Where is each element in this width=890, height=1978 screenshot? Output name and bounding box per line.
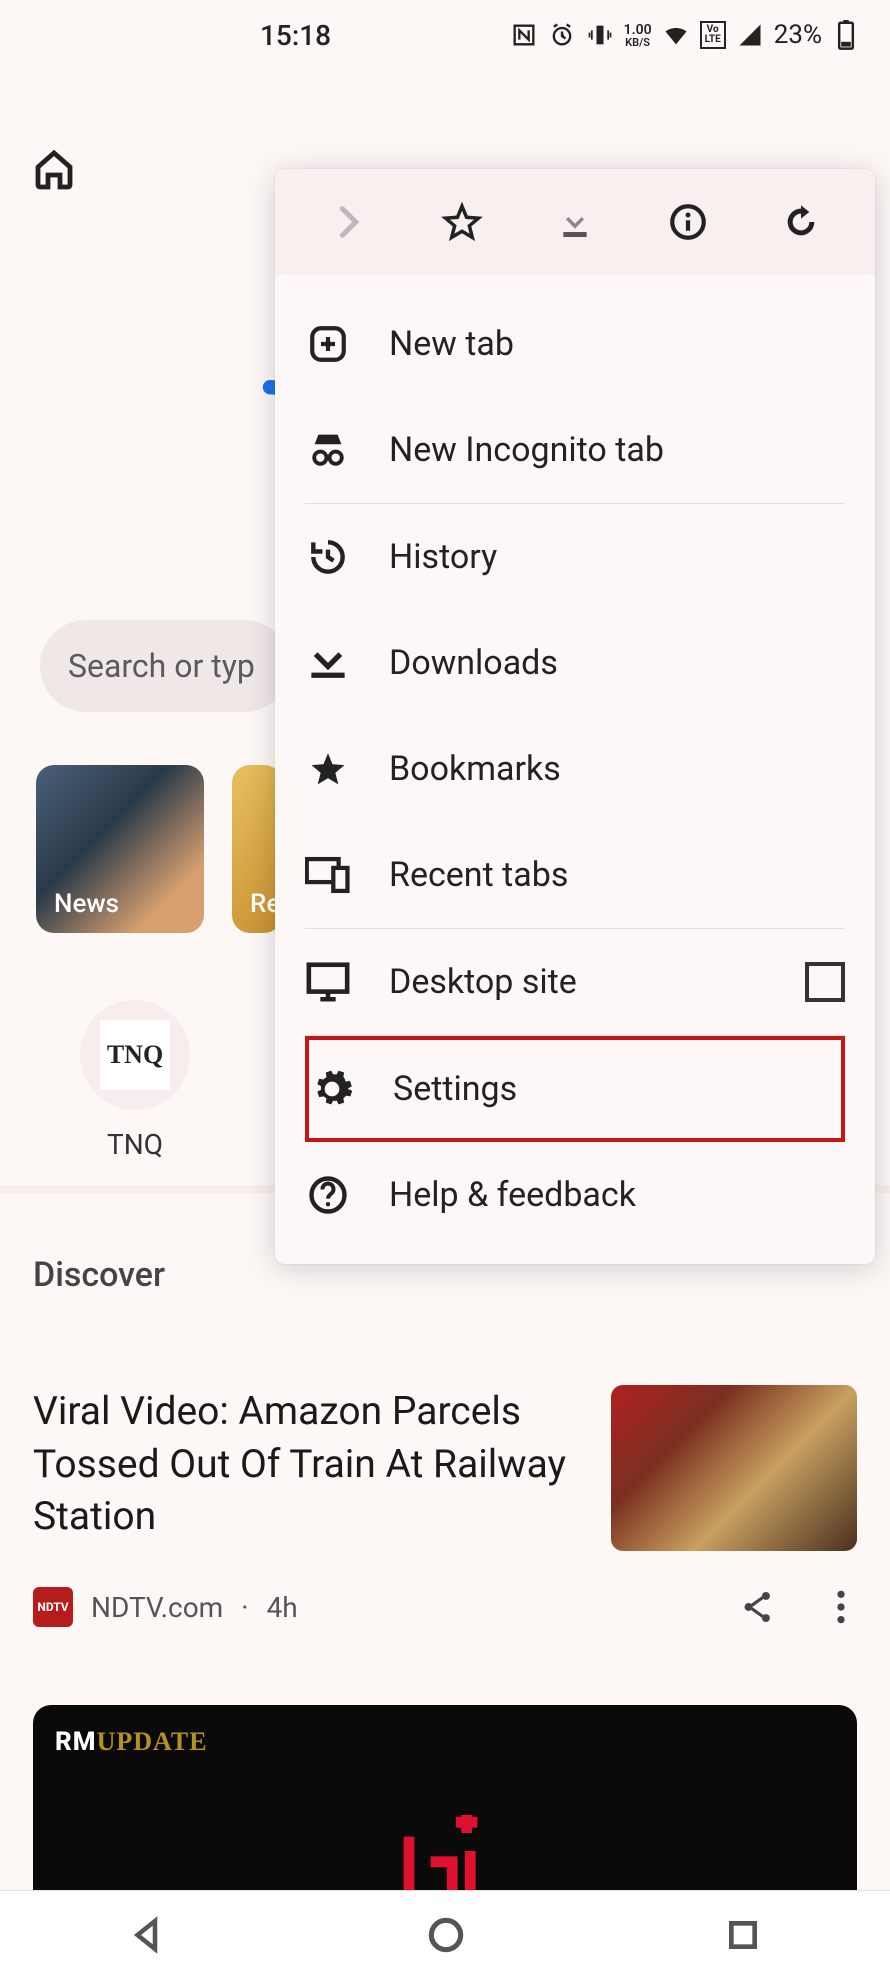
- vibrate-icon: [586, 21, 614, 49]
- desktop-site-checkbox[interactable]: [805, 962, 845, 1002]
- wifi-icon: [662, 21, 690, 49]
- nfc-icon: [510, 21, 538, 49]
- recents-button[interactable]: [723, 1915, 763, 1955]
- banner-brand: RMUPDATE: [55, 1727, 208, 1757]
- status-time: 15:18: [260, 19, 331, 52]
- home-button-nav[interactable]: [424, 1913, 468, 1957]
- search-bar[interactable]: Search or typ: [40, 620, 290, 712]
- downloads-icon: [305, 642, 351, 684]
- alarm-icon: [548, 21, 576, 49]
- banner-card[interactable]: RMUPDATE: [33, 1705, 857, 1910]
- desktop-icon: [305, 960, 351, 1004]
- article-thumbnail: [611, 1385, 857, 1551]
- shortcut-tnq[interactable]: TNQ TNQ: [80, 1000, 190, 1161]
- battery-icon: [832, 21, 860, 49]
- article-source: NDTV.com: [91, 1591, 223, 1624]
- devices-icon: [305, 853, 351, 897]
- menu-downloads[interactable]: Downloads: [275, 610, 875, 716]
- menu-settings[interactable]: Settings: [305, 1036, 845, 1142]
- battery-percent: 23%: [774, 20, 822, 50]
- article-age: 4h: [267, 1591, 298, 1624]
- incognito-icon: [305, 427, 351, 473]
- tile-news[interactable]: News: [36, 765, 204, 933]
- more-icon[interactable]: [835, 1588, 847, 1626]
- menu-help[interactable]: Help & feedback: [275, 1142, 875, 1248]
- menu-incognito[interactable]: New Incognito tab: [275, 397, 875, 503]
- discover-title: Discover: [33, 1255, 165, 1295]
- back-button[interactable]: [127, 1914, 169, 1956]
- reload-icon[interactable]: [781, 202, 821, 242]
- menu-recent-tabs[interactable]: Recent tabs: [275, 822, 875, 928]
- android-navbar: [0, 1890, 890, 1978]
- bookmark-star-icon: [305, 748, 351, 790]
- star-icon[interactable]: [441, 201, 483, 243]
- article-title: Viral Video: Amazon Parcels Tossed Out O…: [33, 1385, 581, 1543]
- volte-icon: VoLTE: [700, 21, 726, 49]
- history-icon: [305, 535, 351, 579]
- plus-box-icon: [305, 323, 351, 365]
- article-card[interactable]: Viral Video: Amazon Parcels Tossed Out O…: [33, 1385, 857, 1627]
- menu-bookmarks[interactable]: Bookmarks: [275, 716, 875, 822]
- forward-icon[interactable]: [329, 202, 369, 242]
- gear-icon: [309, 1067, 355, 1111]
- info-icon[interactable]: [667, 201, 709, 243]
- help-icon: [305, 1173, 351, 1217]
- signal-icon: [736, 21, 764, 49]
- menu-new-tab[interactable]: New tab: [275, 291, 875, 397]
- menu-desktop-site[interactable]: Desktop site: [275, 929, 875, 1035]
- download-icon[interactable]: [555, 202, 595, 242]
- browser-menu: New tab New Incognito tab History Downlo: [275, 169, 875, 1264]
- net-speed: 1.00 KB/S: [624, 23, 652, 48]
- status-bar: 15:18 1.00 KB/S VoLTE 23%: [0, 0, 890, 70]
- home-button[interactable]: [30, 145, 78, 193]
- menu-history[interactable]: History: [275, 504, 875, 610]
- share-icon[interactable]: [739, 1588, 777, 1626]
- source-badge: NDTV: [33, 1587, 73, 1627]
- search-placeholder: Search or typ: [68, 647, 255, 685]
